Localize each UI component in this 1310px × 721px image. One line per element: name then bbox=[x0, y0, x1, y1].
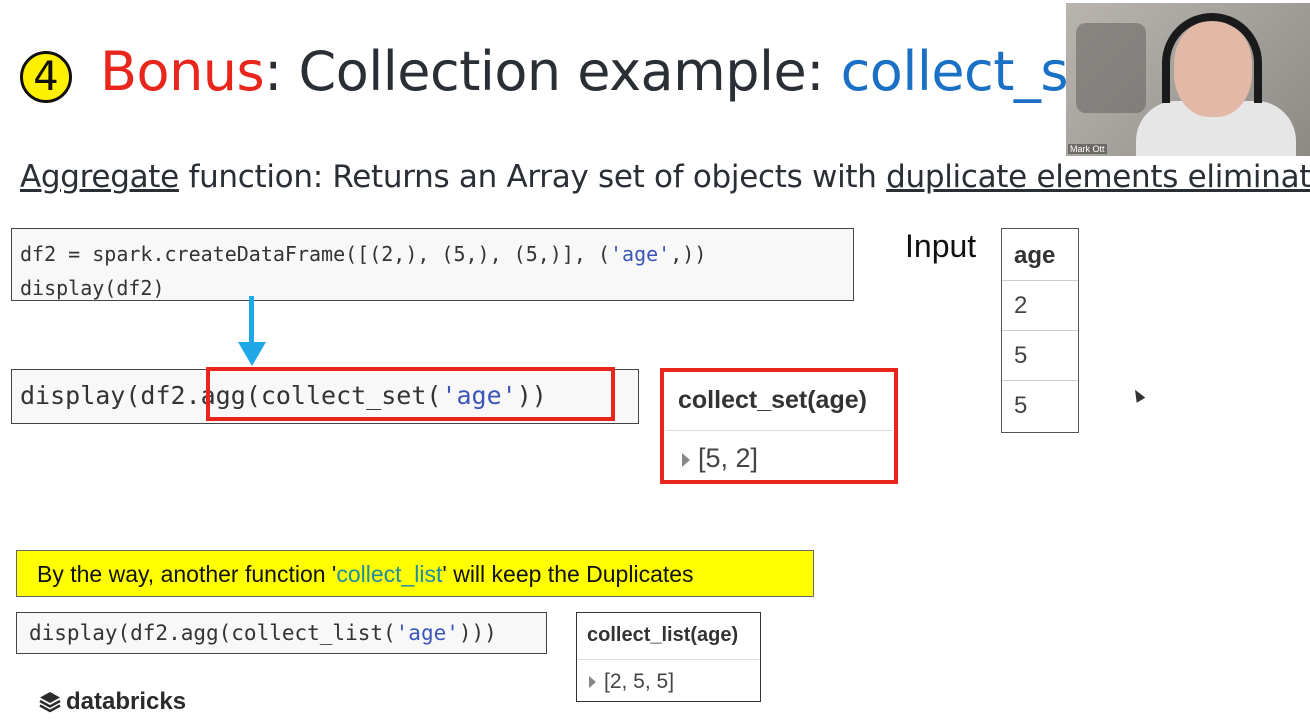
result-value-row[interactable]: [5, 2] bbox=[682, 440, 758, 476]
input-table-cell: 5 bbox=[1002, 331, 1078, 381]
input-table-header: age bbox=[1002, 231, 1078, 281]
arrow-head-icon bbox=[238, 342, 266, 366]
webcam-presenter-name: Mark Ott bbox=[1068, 144, 1107, 154]
code-create-dataframe: df2 = spark.createDataFrame([(2,), (5,),… bbox=[11, 228, 854, 301]
down-arrow-icon bbox=[249, 296, 254, 344]
note-function-name: collect_list bbox=[336, 561, 443, 587]
slide-subtitle: Aggregate function: Returns an Array set… bbox=[20, 158, 1310, 196]
slide-title: Bonus: Collection example: collect_set bbox=[100, 40, 1122, 104]
input-label: Input bbox=[905, 228, 977, 264]
mouse-cursor-icon bbox=[1130, 387, 1146, 403]
step-number-badge: 4 bbox=[20, 51, 72, 103]
title-bonus: Bonus bbox=[100, 40, 265, 103]
expand-triangle-icon[interactable] bbox=[682, 452, 690, 467]
databricks-logo: databricks bbox=[38, 688, 186, 716]
input-table-cell: 5 bbox=[1014, 392, 1028, 419]
input-table: age 2 5 5 bbox=[1001, 228, 1079, 433]
webcam-overlay: Mark Ott bbox=[1066, 3, 1310, 156]
subtitle-duplicates: duplicate elements eliminated bbox=[886, 159, 1310, 195]
result-value-row[interactable]: [2, 5, 5] bbox=[589, 668, 674, 696]
input-table-cell: 2 bbox=[1002, 281, 1078, 331]
subtitle-aggregate: Aggregate bbox=[20, 159, 179, 195]
code-collect-list: display(df2.agg(collect_list('age'))) bbox=[16, 612, 547, 654]
subtitle-text: function: Returns an Array set of object… bbox=[178, 159, 887, 195]
result-collect-list-table: collect_list(age) [2, 5, 5] bbox=[576, 612, 761, 702]
note-banner: By the way, another function 'collect_li… bbox=[16, 550, 814, 597]
expand-triangle-icon[interactable] bbox=[589, 676, 596, 689]
result-header: collect_set(age) bbox=[678, 386, 867, 414]
title-text: : Collection example: bbox=[264, 40, 841, 103]
logo-text: databricks bbox=[66, 688, 187, 715]
agg-highlight-box bbox=[206, 367, 615, 421]
result-header: collect_list(age) bbox=[587, 624, 739, 646]
databricks-logo-icon bbox=[39, 692, 61, 713]
result-collect-set-table: collect_set(age) [5, 2] bbox=[660, 368, 898, 484]
